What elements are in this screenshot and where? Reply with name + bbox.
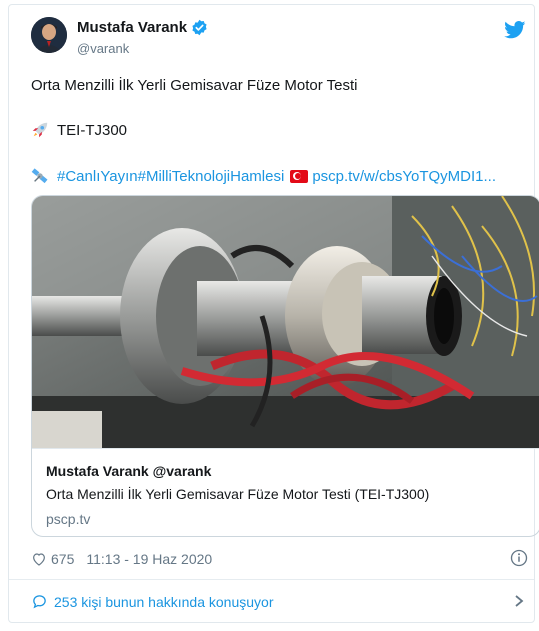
author-handle[interactable]: @varank xyxy=(77,41,129,56)
media-photo[interactable] xyxy=(32,196,539,448)
author-name-row[interactable]: Mustafa Varank xyxy=(77,19,208,36)
avatar-portrait xyxy=(31,17,67,53)
footer-divider xyxy=(9,579,534,580)
media-card-info[interactable]: Mustafa Varank @varank Orta Menzilli İlk… xyxy=(32,448,539,536)
avatar[interactable] xyxy=(31,17,67,53)
turkey-flag-icon xyxy=(290,169,309,183)
tweet-model-text: TEI-TJ300 xyxy=(57,121,128,139)
conversation-label[interactable]: 253 kişi bunun hakkında konuşuyor xyxy=(54,594,273,610)
conversation-link[interactable]: 253 kişi bunun hakkında konuşuyor xyxy=(31,593,273,610)
author-display-name[interactable]: Mustafa Varank xyxy=(77,19,187,36)
media-card-description: Orta Menzilli İlk Yerli Gemisavar Füze M… xyxy=(46,486,430,502)
verified-badge-icon xyxy=(192,19,207,36)
rocket-icon xyxy=(32,122,48,138)
chevron-right-icon[interactable] xyxy=(512,594,526,608)
like-count[interactable]: 675 xyxy=(51,551,74,567)
twitter-bird-icon[interactable] xyxy=(504,21,526,39)
hashtags-link[interactable]: #CanlıYayın#MilliTeknolojiHamlesi xyxy=(57,168,284,185)
tweet-timestamp[interactable]: 11:13 - 19 Haz 2020 xyxy=(86,551,212,567)
satellite-icon xyxy=(31,168,48,184)
heart-icon[interactable] xyxy=(31,551,47,567)
info-icon[interactable] xyxy=(510,549,528,567)
tweet-text-line2: TEI-TJ300 xyxy=(31,121,127,139)
tweet-footer: 675 11:13 - 19 Haz 2020 xyxy=(31,551,212,567)
tweet-links-line: #CanlıYayın#MilliTeknolojiHamlesi pscp.t… xyxy=(31,167,496,185)
media-card-domain: pscp.tv xyxy=(46,511,91,527)
tweet-card: Mustafa Varank @varank Orta Menzilli İlk… xyxy=(8,4,539,623)
tweet-text-line1: Orta Menzilli İlk Yerli Gemisavar Füze M… xyxy=(31,77,358,94)
media-card[interactable]: Mustafa Varank @varank Orta Menzilli İlk… xyxy=(31,195,539,537)
media-card-title: Mustafa Varank @varank xyxy=(46,463,212,479)
periscope-link[interactable]: pscp.tv/w/cbsYoTQyMDI1... xyxy=(312,168,496,185)
comment-bubble-icon xyxy=(33,595,46,609)
